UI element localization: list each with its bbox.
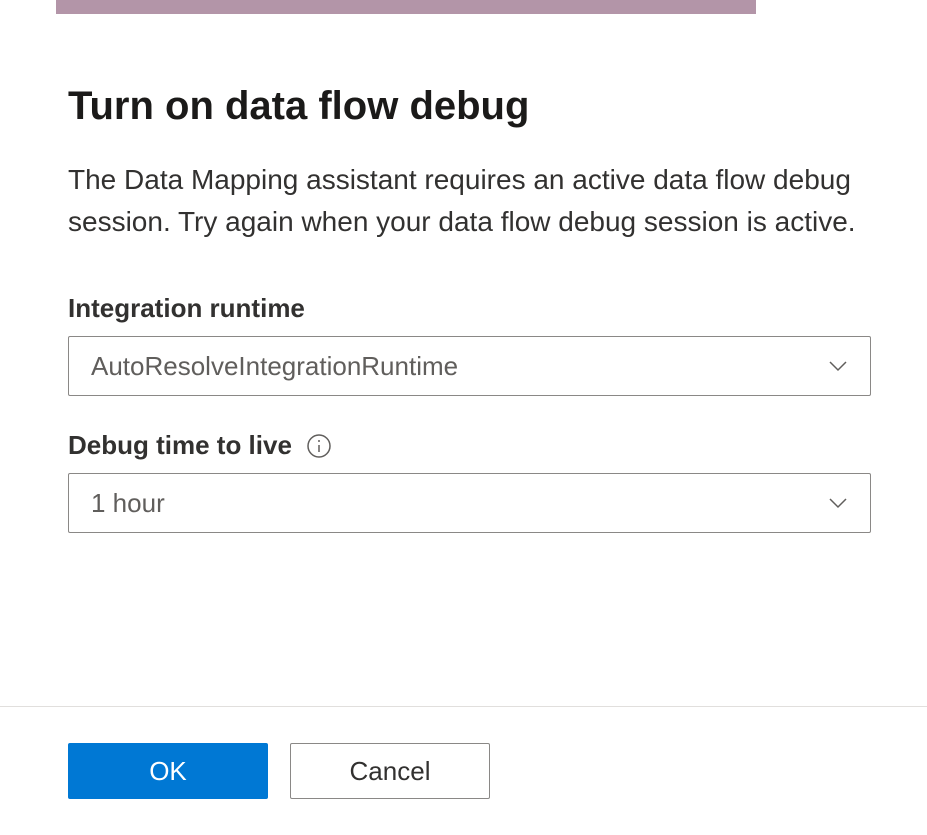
chevron-down-icon [828,356,848,376]
integration-runtime-label: Integration runtime [68,293,305,324]
integration-runtime-field: Integration runtime AutoResolveIntegrati… [68,293,871,396]
ok-button[interactable]: OK [68,743,268,799]
dialog-footer: OK Cancel [0,706,927,835]
integration-runtime-value: AutoResolveIntegrationRuntime [91,351,458,382]
dialog-body: Turn on data flow debug The Data Mapping… [0,14,927,533]
debug-ttl-select[interactable]: 1 hour [68,473,871,533]
dialog-description: The Data Mapping assistant requires an a… [68,159,871,243]
debug-ttl-label: Debug time to live [68,430,292,461]
debug-ttl-field: Debug time to live 1 hour [68,430,871,533]
dialog-accent-bar [56,0,756,14]
info-icon[interactable] [306,433,332,459]
chevron-down-icon [828,493,848,513]
integration-runtime-select[interactable]: AutoResolveIntegrationRuntime [68,336,871,396]
dialog-title: Turn on data flow debug [68,84,871,129]
cancel-button[interactable]: Cancel [290,743,490,799]
debug-ttl-value: 1 hour [91,488,165,519]
